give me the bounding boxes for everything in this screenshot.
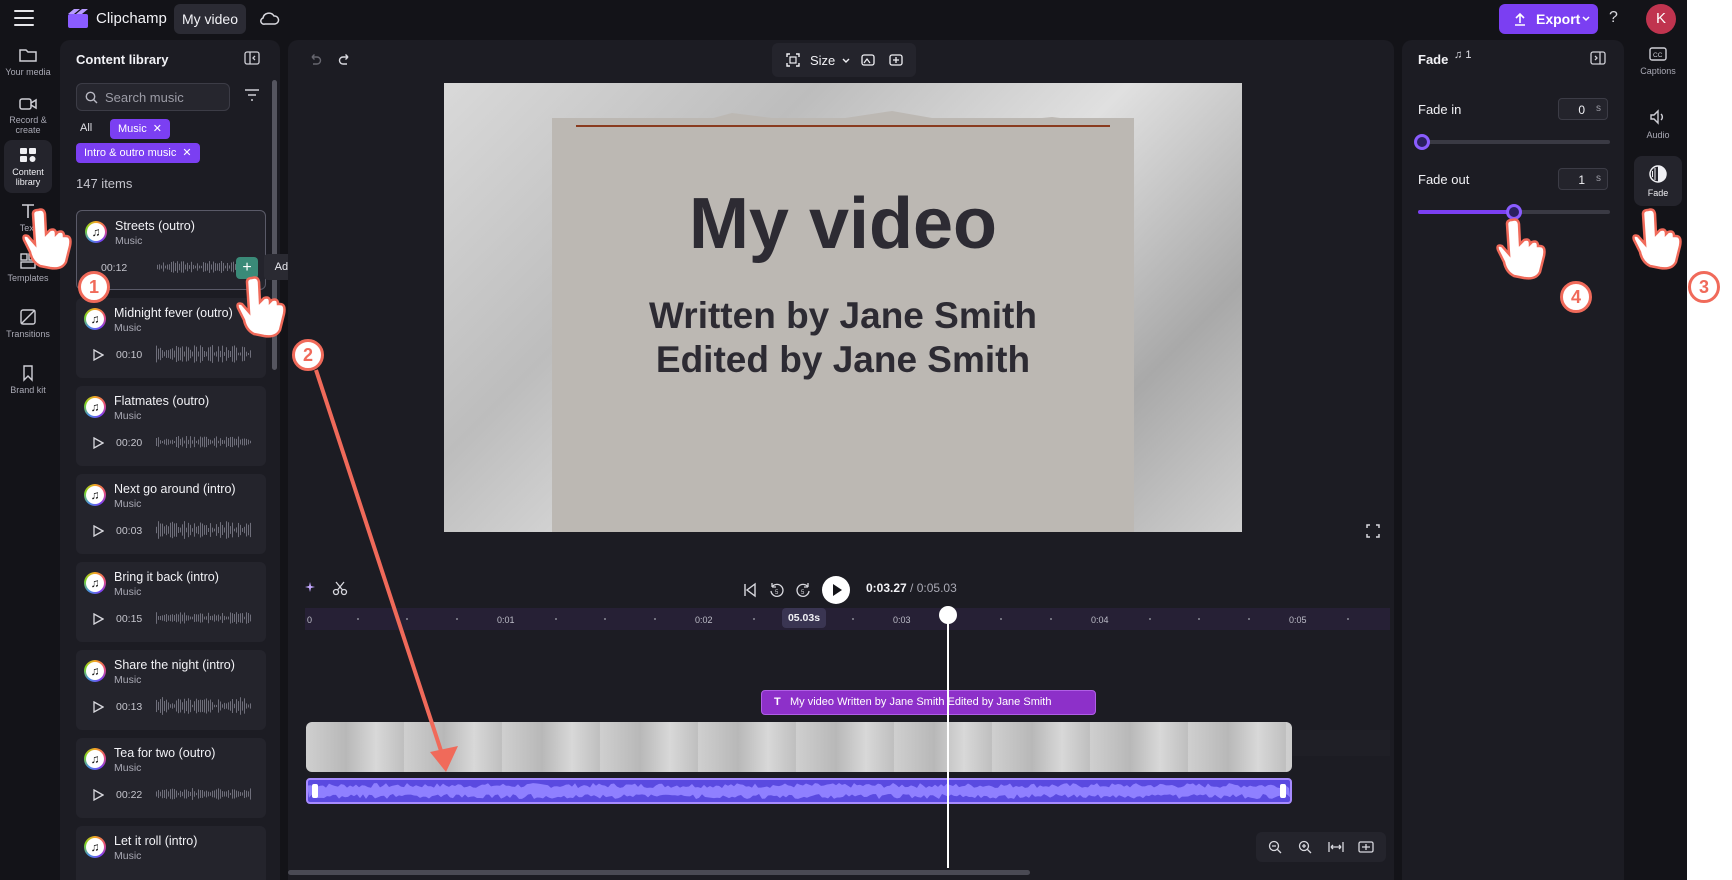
pointer-hand-icon <box>1496 218 1546 280</box>
music-note-icon: ♫ <box>84 748 106 770</box>
music-note-icon: ♫ <box>84 836 106 858</box>
music-note-icon: ♫ <box>84 660 106 682</box>
music-note-icon: ♫ <box>84 484 106 506</box>
step-badge-2: 2 <box>292 339 324 371</box>
step-badge-1: 1 <box>78 271 110 303</box>
drag-arrow-annotation <box>314 369 458 772</box>
music-note-icon: ♫ <box>85 221 107 243</box>
step-badge-4: 4 <box>1560 281 1592 313</box>
pointer-hand-icon <box>1632 208 1682 270</box>
music-note-icon: ♫ <box>84 396 106 418</box>
pointer-hand-icon <box>22 208 72 270</box>
music-note-icon: ♫ <box>84 308 106 330</box>
pointer-hand-icon <box>236 276 286 338</box>
music-note-icon: ♫ <box>84 572 106 594</box>
step-badge-3: 3 <box>1688 271 1720 303</box>
